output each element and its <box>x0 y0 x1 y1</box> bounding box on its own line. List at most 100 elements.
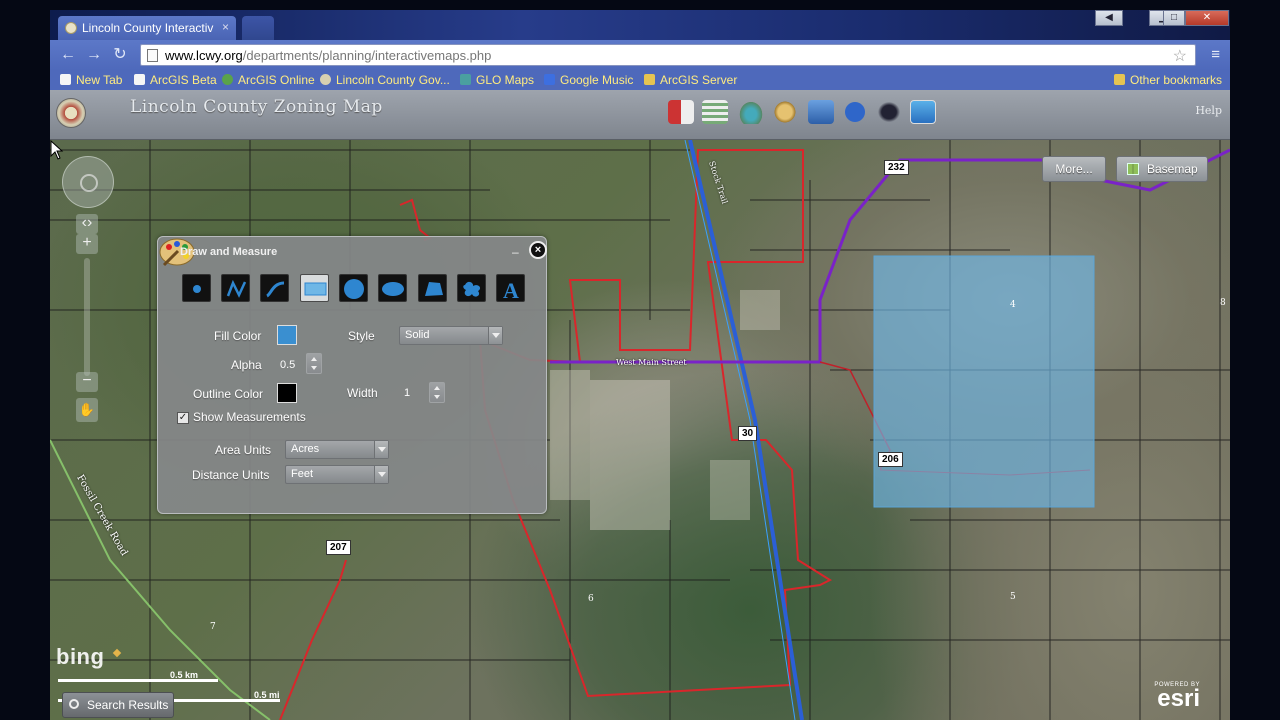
browser-tab-active[interactable]: Lincoln County Interactiv × <box>58 16 236 40</box>
alpha-value[interactable]: 0.5 <box>280 359 295 371</box>
circle-tool-button[interactable] <box>339 274 368 302</box>
rotate-icon[interactable]: ‹› <box>76 214 98 234</box>
bookmark-arcgis-beta[interactable]: ArcGIS Beta <box>134 73 217 87</box>
rectangle-tool-button[interactable] <box>300 274 329 302</box>
chevron-down-icon <box>488 327 502 344</box>
folder-icon <box>644 74 655 85</box>
bookmark-arcgis-server[interactable]: ArcGIS Server <box>644 73 737 87</box>
point-icon <box>193 285 201 293</box>
bookmark-glo-maps[interactable]: GLO Maps <box>460 73 534 87</box>
width-stepper[interactable] <box>429 382 445 403</box>
reload-icon[interactable]: ↻ <box>110 46 130 64</box>
style-label: Style <box>348 329 375 343</box>
rectangle-icon <box>304 282 327 296</box>
bookmark-lincoln-county[interactable]: Lincoln County Gov... <box>320 73 450 87</box>
print-icon[interactable] <box>808 100 834 124</box>
bookmark-tool-icon[interactable] <box>668 100 694 124</box>
ellipse-tool-button[interactable] <box>378 274 407 302</box>
polyline-icon <box>226 279 247 298</box>
parcel-number: 4 <box>1010 300 1016 310</box>
freehand-line-tool-button[interactable] <box>260 274 289 302</box>
app-header: Lincoln County Zoning Map Help <box>50 90 1230 140</box>
scale-mi-label: 0.5 mi <box>254 690 280 700</box>
esri-logo: POWERED BY esri <box>1154 682 1200 712</box>
distance-units-label: Distance Units <box>192 468 270 482</box>
info-icon[interactable] <box>842 100 868 124</box>
style-dropdown[interactable]: Solid <box>399 326 503 345</box>
other-bookmarks[interactable]: Other bookmarks <box>1114 73 1222 87</box>
zoom-out-button[interactable]: − <box>76 372 98 392</box>
bookmark-arcgis-online[interactable]: ArcGIS Online <box>222 73 315 87</box>
alpha-stepper[interactable] <box>306 353 322 374</box>
address-bar[interactable]: www.lcwy.org/departments/planning/intera… <box>140 44 1196 66</box>
tab-close-icon[interactable]: × <box>222 20 229 34</box>
hand-pan-icon[interactable]: ✋ <box>76 398 98 422</box>
show-measurements-checkbox[interactable]: ✓ <box>177 412 189 424</box>
minimize-icon[interactable]: – <box>512 245 519 259</box>
freehand-line-icon <box>266 281 285 298</box>
pin-button[interactable]: ◀ <box>1095 10 1123 26</box>
folder-icon <box>1114 74 1125 85</box>
bookmark-new-tab[interactable]: New Tab <box>60 73 122 87</box>
legend-list-icon[interactable] <box>702 100 728 124</box>
chevron-down-icon <box>374 466 388 483</box>
close-icon[interactable]: × <box>529 241 547 259</box>
zoom-in-button[interactable]: + <box>76 234 98 254</box>
pan-control[interactable] <box>62 156 114 208</box>
help-link[interactable]: Help <box>1195 104 1222 117</box>
basemap-button[interactable]: Basemap <box>1116 156 1208 182</box>
more-button[interactable]: More... <box>1042 156 1106 182</box>
county-seal-logo <box>56 98 86 128</box>
width-label: Width <box>347 386 378 400</box>
town-blocks <box>550 290 780 530</box>
forward-arrow-icon[interactable]: → <box>84 46 104 64</box>
distance-units-dropdown[interactable]: Feet <box>285 465 389 484</box>
maximize-window-icon[interactable]: □ <box>1163 10 1185 26</box>
url-host: www.lcwy.org <box>165 48 243 63</box>
svg-text:A: A <box>503 278 519 303</box>
zoom-slider[interactable] <box>84 258 90 376</box>
fill-color-swatch[interactable] <box>277 325 297 345</box>
close-window-icon[interactable]: ✕ <box>1185 10 1229 26</box>
parcel-number: 8 <box>1220 298 1226 308</box>
app-title: Lincoln County Zoning Map <box>130 97 383 117</box>
search-results-button[interactable]: Search Results <box>62 692 174 718</box>
binoculars-icon[interactable] <box>876 100 902 124</box>
chrome-menu-icon[interactable]: ≡ <box>1211 46 1220 63</box>
route-206-label: 206 <box>878 452 903 467</box>
text-icon: A <box>503 278 519 303</box>
polyline-tool-button[interactable] <box>221 274 250 302</box>
zoning-boundary-line-south <box>279 559 347 720</box>
freehand-polygon-tool-button[interactable] <box>457 274 486 302</box>
back-arrow-icon[interactable]: ← <box>58 46 78 64</box>
bookmark-star-icon[interactable]: ☆ <box>1173 46 1187 66</box>
pan-center-icon <box>80 174 98 192</box>
area-units-dropdown[interactable]: Acres <box>285 440 389 459</box>
tools-gear-icon[interactable] <box>910 100 936 124</box>
route-232-label: 232 <box>884 160 909 175</box>
polygon-tool-button[interactable] <box>418 274 447 302</box>
width-value[interactable]: 1 <box>404 387 410 399</box>
draw-and-measure-panel[interactable]: Draw and Measure – × A Fill Color Style … <box>157 236 547 514</box>
chevron-down-icon <box>374 441 388 458</box>
polygon-icon <box>425 282 443 296</box>
tab-title: Lincoln County Interactiv <box>82 21 214 35</box>
browser-window: Lincoln County Interactiv × ◀ ▁ □ ✕ ← → … <box>50 10 1230 720</box>
draw-palette-icon[interactable] <box>772 100 798 124</box>
outline-color-label: Outline Color <box>193 387 264 401</box>
text-tool-button[interactable]: A <box>496 274 525 303</box>
map-view[interactable]: 232 30 206 207 Stock Trail West Main Str… <box>50 140 1230 720</box>
google-icon <box>544 74 555 85</box>
bookmark-google-music[interactable]: Google Music <box>544 73 633 87</box>
new-tab-button[interactable] <box>242 16 274 40</box>
panel-title: Draw and Measure <box>180 246 278 258</box>
layers-icon[interactable] <box>738 100 764 124</box>
area-units-label: Area Units <box>215 443 272 457</box>
route-30-label: 30 <box>738 426 758 441</box>
page-icon <box>134 74 145 85</box>
outline-color-swatch[interactable] <box>277 383 297 403</box>
parcel-number: 5 <box>1010 592 1016 602</box>
point-tool-button[interactable] <box>182 274 211 302</box>
fill-color-label: Fill Color <box>214 329 262 343</box>
page-icon <box>147 49 158 62</box>
